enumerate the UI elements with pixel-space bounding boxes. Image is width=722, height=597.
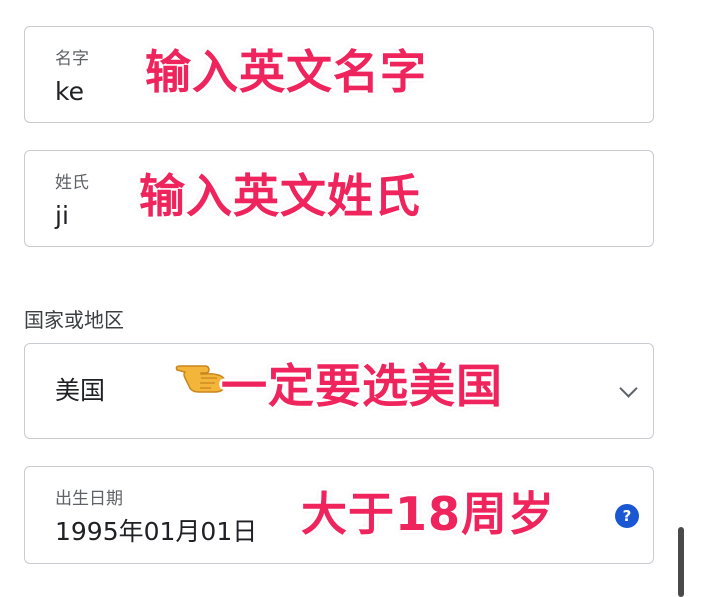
birthday-label: 出生日期 — [55, 489, 123, 509]
birthday-field[interactable]: 出生日期 1995年01月01日 大于18周岁 ? — [24, 466, 654, 564]
first-name-annotation: 输入英文名字 — [145, 45, 427, 99]
country-select[interactable]: 美国 一定要选美国 — [24, 343, 654, 439]
help-icon[interactable]: ? — [615, 504, 639, 528]
first-name-label: 名字 — [55, 49, 89, 69]
last-name-annotation: 输入英文姓氏 — [139, 169, 421, 223]
scrollbar[interactable] — [678, 527, 684, 597]
country-annotation: 一定要选美国 — [221, 359, 503, 413]
first-name-field[interactable]: 名字 ke 输入英文名字 — [24, 26, 654, 123]
last-name-input[interactable]: ji — [55, 201, 69, 231]
birthday-input[interactable]: 1995年01月01日 — [55, 517, 257, 547]
country-section-label: 国家或地区 — [24, 308, 124, 332]
country-selected-value: 美国 — [55, 376, 106, 405]
chevron-down-icon[interactable] — [619, 379, 638, 398]
last-name-label: 姓氏 — [55, 173, 89, 193]
first-name-input[interactable]: ke — [55, 77, 84, 107]
birthday-annotation: 大于18周岁 — [301, 487, 556, 541]
last-name-field[interactable]: 姓氏 ji 输入英文姓氏 — [24, 150, 654, 247]
